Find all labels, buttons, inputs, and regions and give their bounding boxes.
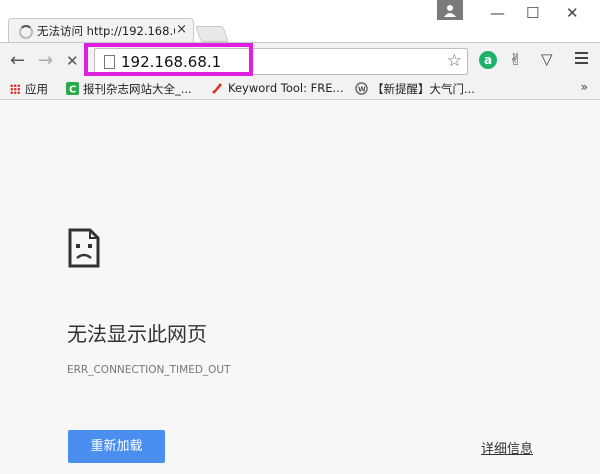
wordpress-icon: W: [355, 82, 368, 95]
browser-tab[interactable]: 无法访问 http://192.168.6 ×: [8, 18, 194, 42]
bookmark-keyword-tool[interactable]: Keyword Tool: FRE...: [211, 81, 343, 95]
profile-button[interactable]: [437, 0, 463, 20]
error-page: 无法显示此网页 ERR_CONNECTION_TIMED_OUT 重新加载 详细…: [0, 100, 600, 474]
reload-button[interactable]: 重新加载: [68, 430, 165, 463]
sad-page-icon: [68, 228, 100, 268]
back-button[interactable]: ←: [10, 52, 25, 70]
url-highlight-box: [84, 43, 253, 76]
tab-title: 无法访问 http://192.168.6: [37, 24, 175, 38]
extension-shield-icon[interactable]: ▽: [541, 50, 553, 68]
tab-close-icon[interactable]: ×: [176, 22, 187, 37]
bookmark-reminder[interactable]: W 【新提醒】大气门...: [355, 81, 475, 97]
bookmark-apps[interactable]: 应用: [10, 81, 48, 97]
error-title: 无法显示此网页: [67, 322, 207, 346]
forward-button[interactable]: →: [38, 52, 53, 70]
apps-icon: [10, 84, 20, 94]
loading-spinner-icon: [19, 25, 33, 39]
chrome-menu-icon[interactable]: [575, 52, 588, 67]
bookmarks-more-icon[interactable]: »: [581, 80, 588, 94]
extension-hand-icon[interactable]: ✌: [509, 50, 522, 69]
title-bar: 无法访问 http://192.168.6 × — ☐ ✕: [0, 0, 600, 42]
svg-text:C: C: [69, 85, 76, 96]
minimize-button[interactable]: —: [490, 4, 505, 22]
extension-a-icon[interactable]: a: [479, 51, 497, 69]
new-tab-button[interactable]: [195, 26, 229, 42]
maximize-button[interactable]: ☐: [526, 4, 539, 22]
stop-button[interactable]: ✕: [66, 52, 79, 70]
svg-text:W: W: [358, 86, 366, 94]
bookmark-star-icon[interactable]: ☆: [447, 51, 462, 71]
bookmarks-bar: 应用 C 报刊杂志网站大全_... Keyword Tool: FRE... W 【…: [0, 78, 600, 100]
error-code: ERR_CONNECTION_TIMED_OUT: [67, 364, 231, 376]
person-icon: [444, 5, 456, 17]
bookmark-magazines[interactable]: C 报刊杂志网站大全_...: [66, 81, 192, 97]
window-close-button[interactable]: ✕: [566, 4, 579, 22]
details-link[interactable]: 详细信息: [481, 438, 533, 457]
c-site-icon: C: [66, 82, 79, 95]
keyword-tool-icon: [212, 83, 222, 94]
